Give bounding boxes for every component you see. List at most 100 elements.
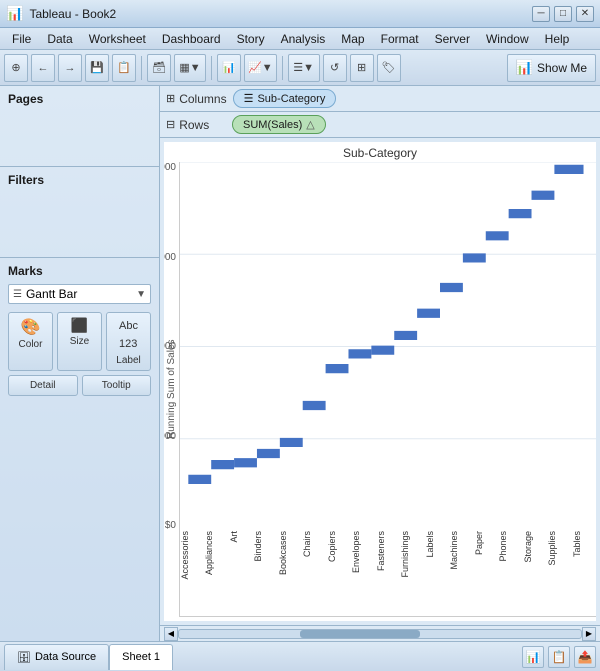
x-label-art: Art: [229, 531, 253, 543]
chart-opt-button[interactable]: 📈▼: [244, 54, 277, 82]
menu-map[interactable]: Map: [333, 30, 372, 48]
new-worksheet-button[interactable]: 📊: [522, 646, 544, 668]
x-label-envelopes: Envelopes: [351, 531, 375, 573]
window-controls: ─ □ ✕: [532, 6, 594, 22]
copy-button[interactable]: 📋: [112, 54, 136, 82]
refresh-button[interactable]: ↺: [323, 54, 347, 82]
size-label: Size: [70, 336, 89, 347]
columns-pill-text: Sub-Category: [257, 93, 325, 105]
tab-data-source[interactable]: 🗄 Data Source: [4, 644, 109, 670]
columns-grid-icon: ⊞: [166, 92, 175, 105]
rows-shelf: ⊟ Rows SUM(Sales) △: [160, 112, 600, 138]
show-me-icon: 📊: [516, 59, 533, 76]
x-label-furnishings: Furnishings: [400, 531, 424, 578]
filters-label: Filters: [8, 173, 151, 187]
scroll-right-button[interactable]: ▶: [582, 627, 596, 641]
x-label-tables: Tables: [572, 531, 596, 557]
rows-pill-text: SUM(Sales): [243, 119, 302, 131]
toolbar-sep-3: [282, 56, 283, 80]
x-label-phones: Phones: [498, 531, 522, 562]
pages-content: [8, 110, 151, 160]
new-dashboard-button[interactable]: 📋: [548, 646, 570, 668]
save-button[interactable]: 💾: [85, 54, 109, 82]
minimize-button[interactable]: ─: [532, 6, 550, 22]
x-label-bookcases: Bookcases: [278, 531, 302, 575]
filters-section: Filters: [0, 167, 159, 258]
x-label-labels: Labels: [425, 531, 449, 558]
app-icon: 📊: [6, 5, 23, 22]
right-panel: ⊞ Columns ☰ Sub-Category ⊟ Rows SUM(Sale…: [160, 86, 600, 641]
scrollbar-track[interactable]: [178, 629, 582, 639]
back-button[interactable]: ←: [31, 54, 55, 82]
marks-section: Marks ☰ Gantt Bar ▼ 🎨 Color ⬛ Size Abc12…: [0, 258, 159, 641]
toolbar: ⊕ ← → 💾 📋 🗃 ▦▼ 📊 📈▼ ☰▼ ↺ ⊞ 🏷 📊 Show Me: [0, 50, 600, 86]
menu-server[interactable]: Server: [427, 30, 478, 48]
filter-button[interactable]: ☰▼: [288, 54, 320, 82]
size-icon: ⬛: [71, 317, 88, 334]
close-button[interactable]: ✕: [576, 6, 594, 22]
menu-help[interactable]: Help: [537, 30, 578, 48]
chart-inner: Running Sum of Sales $0 $500,000 $1,000,…: [164, 162, 596, 617]
detail-label: Detail: [30, 380, 56, 391]
maximize-button[interactable]: □: [554, 6, 572, 22]
columns-text: Columns: [179, 92, 226, 106]
menu-story[interactable]: Story: [229, 30, 273, 48]
scrollbar-thumb[interactable]: [300, 630, 421, 638]
chart-area: Sub-Category Running Sum of Sales $0 $50…: [164, 142, 596, 621]
menu-dashboard[interactable]: Dashboard: [154, 30, 229, 48]
scroll-left-button[interactable]: ◀: [164, 627, 178, 641]
marks-dropdown[interactable]: ☰ Gantt Bar ▼: [8, 284, 151, 304]
label-button[interactable]: Abc123 Label: [106, 312, 151, 371]
menu-data[interactable]: Data: [39, 30, 80, 48]
menu-format[interactable]: Format: [373, 30, 427, 48]
pages-label: Pages: [8, 92, 151, 106]
marks-dropdown-arrow: ▼: [136, 289, 146, 300]
x-label-storage: Storage: [523, 531, 547, 563]
filters-content: [8, 191, 151, 251]
columns-label: ⊞ Columns: [166, 92, 227, 106]
label-button[interactable]: 🏷: [377, 54, 401, 82]
size-button[interactable]: ⬛ Size: [57, 312, 102, 371]
detail-button[interactable]: Detail: [8, 375, 78, 396]
group-button[interactable]: ⊞: [350, 54, 374, 82]
rows-pill[interactable]: SUM(Sales) △: [232, 115, 326, 134]
tooltip-label: Tooltip: [102, 380, 131, 391]
marks-type-label: Gantt Bar: [26, 287, 136, 301]
connect-button[interactable]: ▦▼: [174, 54, 206, 82]
scroll-area: ◀ ▶: [160, 625, 600, 641]
x-label-fasteners: Fasteners: [376, 531, 400, 571]
x-label-accessories: Accessories: [180, 531, 204, 580]
show-me-button[interactable]: 📊 Show Me: [507, 54, 596, 82]
label-label: Label: [116, 355, 140, 366]
chart-plot: $0 $500,000 $1,000,000 $1,500,000 $2,000…: [179, 162, 596, 617]
rows-text: Rows: [179, 118, 209, 132]
marks-btn-row2: Detail Tooltip: [8, 375, 151, 396]
y-axis-label: Running Sum of Sales: [164, 162, 179, 617]
bottom-actions: 📊 📋 📤: [522, 646, 596, 668]
color-button[interactable]: 🎨 Color: [8, 312, 53, 371]
menu-analysis[interactable]: Analysis: [273, 30, 334, 48]
columns-pill[interactable]: ☰ Sub-Category: [233, 89, 337, 108]
x-label-appliances: Appliances: [204, 531, 228, 575]
new-story-button[interactable]: 📤: [574, 646, 596, 668]
menu-worksheet[interactable]: Worksheet: [81, 30, 154, 48]
x-label-supplies: Supplies: [547, 531, 571, 566]
chart-type-button[interactable]: 📊: [217, 54, 241, 82]
x-label-chairs: Chairs: [302, 531, 326, 557]
menu-window[interactable]: Window: [478, 30, 537, 48]
marks-buttons: 🎨 Color ⬛ Size Abc123 Label: [8, 312, 151, 371]
window-title: Tableau - Book2: [29, 7, 532, 21]
color-icon: 🎨: [21, 317, 41, 337]
chart-svg: [180, 162, 596, 531]
forward-button[interactable]: →: [58, 54, 82, 82]
x-label-paper: Paper: [474, 531, 498, 555]
columns-shelf: ⊞ Columns ☰ Sub-Category: [160, 86, 600, 112]
datasource-button[interactable]: 🗃: [147, 54, 171, 82]
new-button[interactable]: ⊕: [4, 54, 28, 82]
color-label: Color: [19, 339, 43, 350]
menu-file[interactable]: File: [4, 30, 39, 48]
tooltip-button[interactable]: Tooltip: [82, 375, 152, 396]
tab-sheet1[interactable]: Sheet 1: [109, 644, 173, 670]
data-source-icon: 🗄: [17, 651, 31, 664]
x-label-machines: Machines: [449, 531, 473, 570]
